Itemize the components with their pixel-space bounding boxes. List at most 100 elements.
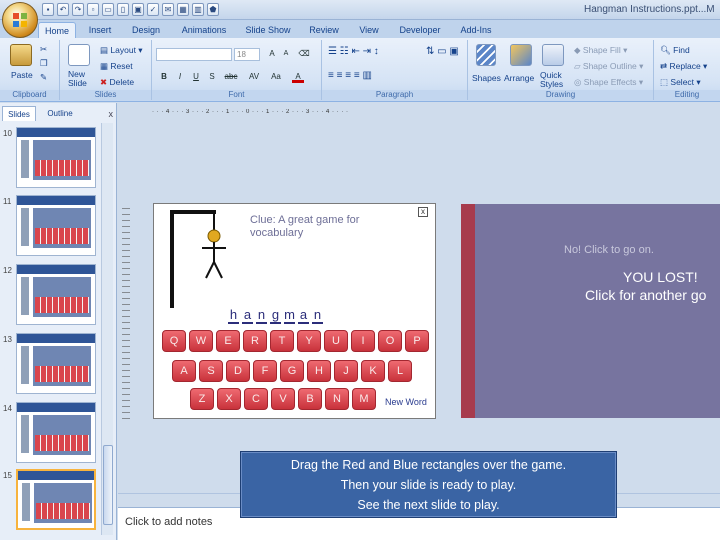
chart-icon[interactable]: ▥: [192, 3, 204, 16]
shape-effects-button[interactable]: ◎ Shape Effects ▾: [574, 77, 643, 88]
shape-outline-button[interactable]: ▱ Shape Outline ▾: [574, 61, 643, 72]
key-c[interactable]: C: [244, 388, 268, 410]
key-k[interactable]: K: [361, 360, 385, 382]
tab-add-ins[interactable]: Add-Ins: [456, 22, 496, 38]
blue-rectangle[interactable]: No! Click to go on. YOU LOST! Click for …: [475, 204, 720, 418]
open-icon[interactable]: ▭: [102, 3, 114, 16]
tab-developer[interactable]: Developer: [396, 22, 444, 38]
table-icon[interactable]: ▦: [177, 3, 189, 16]
no-click-text[interactable]: No! Click to go on.: [564, 244, 654, 256]
quick-styles-button[interactable]: Quick Styles: [540, 71, 570, 89]
align-icons[interactable]: ≡ ≡ ≡ ≡ ▥: [328, 70, 372, 81]
lost-slide[interactable]: No! Click to go on. YOU LOST! Click for …: [461, 204, 720, 418]
underline-button[interactable]: U: [190, 71, 202, 83]
select-button[interactable]: ⬚ Select ▾: [660, 77, 701, 88]
key-t[interactable]: T: [270, 330, 294, 352]
slide-thumbnail[interactable]: [16, 264, 96, 325]
tab-design[interactable]: Design: [127, 22, 165, 38]
email-icon[interactable]: ✉: [162, 3, 174, 16]
tab-home[interactable]: Home: [38, 22, 76, 38]
key-n[interactable]: N: [325, 388, 349, 410]
slide-thumbnail[interactable]: [16, 195, 96, 256]
key-d[interactable]: D: [226, 360, 250, 382]
key-s[interactable]: S: [199, 360, 223, 382]
print-icon[interactable]: ▯: [117, 3, 129, 16]
key-p[interactable]: P: [405, 330, 429, 352]
change-case-button[interactable]: Aa: [268, 71, 284, 83]
key-u[interactable]: U: [324, 330, 348, 352]
key-b[interactable]: B: [298, 388, 322, 410]
font-color-button[interactable]: A: [292, 71, 304, 83]
shape-fill-button[interactable]: ◆ Shape Fill ▾: [574, 45, 627, 56]
hangman-slide[interactable]: Clue: A great game for vocabulary x hang…: [153, 203, 436, 419]
font-name-field[interactable]: [156, 48, 232, 61]
red-rectangle[interactable]: [461, 204, 475, 418]
key-r[interactable]: R: [243, 330, 267, 352]
redo-icon[interactable]: ↷: [72, 3, 84, 16]
tab-animations[interactable]: Animations: [176, 22, 232, 38]
key-w[interactable]: W: [189, 330, 213, 352]
new-icon[interactable]: ▫: [87, 3, 99, 16]
undo-icon[interactable]: ↶: [57, 3, 69, 16]
format-painter-icon[interactable]: ✎: [40, 72, 47, 83]
slide-thumbnail[interactable]: [16, 402, 96, 463]
tab-insert[interactable]: Insert: [82, 22, 118, 38]
key-m[interactable]: M: [352, 388, 376, 410]
bold-button[interactable]: B: [158, 71, 170, 83]
key-i[interactable]: I: [351, 330, 375, 352]
slide-thumbnail[interactable]: [16, 333, 96, 394]
bullets-icon[interactable]: ☰ ☷ ⇤ ⇥ ↕: [328, 46, 379, 57]
spacing-button[interactable]: AV: [246, 71, 262, 83]
key-y[interactable]: Y: [297, 330, 321, 352]
key-h[interactable]: H: [307, 360, 331, 382]
tab-slides[interactable]: Slides: [2, 106, 36, 121]
tab-view[interactable]: View: [354, 22, 384, 38]
arrange-button[interactable]: Arrange: [504, 73, 534, 83]
key-e[interactable]: E: [216, 330, 240, 352]
shapes-icon[interactable]: ⬟: [207, 3, 219, 16]
key-q[interactable]: Q: [162, 330, 186, 352]
layout-button[interactable]: ▤ Layout ▾: [100, 45, 143, 56]
cut-icon[interactable]: ✂: [40, 44, 47, 55]
quick-styles-icon[interactable]: [542, 44, 564, 66]
new-slide-button[interactable]: New Slide: [68, 70, 92, 88]
key-v[interactable]: V: [271, 388, 295, 410]
save-icon[interactable]: ▪: [42, 3, 54, 16]
spelling-icon[interactable]: ✓: [147, 3, 159, 16]
key-o[interactable]: O: [378, 330, 402, 352]
slide-thumbnail[interactable]: [16, 127, 96, 188]
tab-review[interactable]: Review: [305, 22, 343, 38]
strikethrough-button[interactable]: abc: [222, 71, 240, 83]
text-direction-icon[interactable]: ⇅ ▭ ▣: [426, 46, 459, 57]
panel-scrollbar[interactable]: [101, 123, 113, 535]
key-l[interactable]: L: [388, 360, 412, 382]
key-x[interactable]: X: [217, 388, 241, 410]
grow-font-icon[interactable]: A: [266, 48, 278, 60]
close-icon[interactable]: x: [109, 109, 114, 119]
italic-button[interactable]: I: [174, 71, 186, 83]
shrink-font-icon[interactable]: A: [280, 48, 292, 60]
delete-button[interactable]: ✖ Delete: [100, 77, 134, 88]
key-j[interactable]: J: [334, 360, 358, 382]
arrange-icon[interactable]: [510, 44, 532, 66]
tab-outline[interactable]: Outline: [40, 106, 80, 121]
new-word-button[interactable]: New Word: [385, 397, 427, 407]
notes-placeholder[interactable]: Click to add notes: [125, 516, 212, 528]
key-f[interactable]: F: [253, 360, 277, 382]
slide-thumbnail[interactable]: [16, 469, 96, 530]
paste-button[interactable]: Paste: [11, 70, 33, 80]
office-button[interactable]: [2, 2, 38, 38]
shapes-button[interactable]: Shapes: [472, 73, 501, 83]
key-g[interactable]: G: [280, 360, 304, 382]
key-a[interactable]: A: [172, 360, 196, 382]
reset-button[interactable]: ▦ Reset: [100, 61, 133, 72]
you-lost-text[interactable]: YOU LOST! Click for another go: [585, 268, 720, 304]
replace-button[interactable]: ⇄ Replace ▾: [660, 61, 707, 72]
key-z[interactable]: Z: [190, 388, 214, 410]
clear-format-icon[interactable]: ⌫: [298, 48, 310, 60]
new-slide-icon[interactable]: [68, 44, 90, 66]
shadow-button[interactable]: S: [206, 71, 218, 83]
shapes-icon[interactable]: [476, 44, 496, 66]
scrollbar-thumb[interactable]: [103, 445, 113, 525]
preview-icon[interactable]: ▣: [132, 3, 144, 16]
